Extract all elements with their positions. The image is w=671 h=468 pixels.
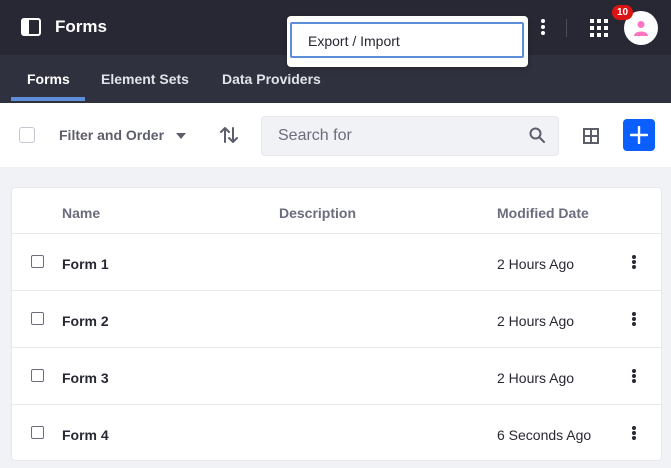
row-checkbox[interactable] (31, 255, 44, 268)
row-actions-button[interactable] (628, 425, 640, 443)
search-input[interactable] (262, 117, 522, 155)
forms-table: Name Description Modified Date Form 1 2 … (11, 187, 662, 461)
table-row: Form 2 2 Hours Ago (12, 290, 661, 347)
form-name-link[interactable]: Form 4 (62, 427, 109, 443)
modified-date: 2 Hours Ago (497, 370, 575, 386)
modified-date: 6 Seconds Ago (497, 427, 592, 443)
sort-icon[interactable] (219, 125, 239, 145)
table-row: Form 1 2 Hours Ago (12, 233, 661, 290)
options-dropdown: Export / Import (287, 16, 528, 67)
table-row: Form 3 2 Hours Ago (12, 347, 661, 404)
row-checkbox[interactable] (31, 369, 44, 382)
caret-down-icon[interactable] (176, 133, 186, 139)
row-checkbox[interactable] (31, 312, 44, 325)
row-actions-button[interactable] (628, 254, 640, 272)
search-box (261, 116, 559, 156)
panel-toggle-icon[interactable] (21, 18, 41, 36)
ellipsis-v-icon (541, 19, 545, 23)
row-actions-button[interactable] (628, 368, 640, 386)
modified-date: 2 Hours Ago (497, 256, 575, 272)
ellipsis-v-icon (632, 255, 636, 259)
page-title: Forms (55, 17, 107, 36)
plus-icon (630, 126, 648, 144)
form-name-link[interactable]: Form 1 (62, 256, 109, 272)
apps-icon[interactable] (590, 19, 608, 37)
ellipsis-v-icon (632, 369, 636, 373)
add-button[interactable] (623, 119, 655, 151)
table-row: Form 4 6 Seconds Ago (12, 404, 661, 461)
ellipsis-v-icon (632, 312, 636, 316)
tab-forms[interactable]: Forms (27, 71, 70, 87)
divider (566, 19, 567, 37)
column-header-description[interactable]: Description (279, 205, 356, 221)
row-checkbox[interactable] (31, 426, 44, 439)
active-tab-indicator (11, 97, 85, 101)
tab-element-sets[interactable]: Element Sets (101, 71, 189, 87)
tab-data-providers[interactable]: Data Providers (222, 71, 321, 87)
user-icon (634, 21, 648, 36)
column-header-modified-date[interactable]: Modified Date (497, 205, 589, 221)
filter-and-order-button[interactable]: Filter and Order (59, 127, 164, 143)
column-header-name[interactable]: Name (62, 205, 100, 221)
notification-badge[interactable]: 10 (612, 5, 634, 20)
management-toolbar: Filter and Order (0, 103, 671, 167)
export-import-menu-item[interactable]: Export / Import (290, 22, 524, 58)
row-actions-button[interactable] (628, 311, 640, 329)
select-all-checkbox[interactable] (19, 127, 35, 143)
options-menu-button[interactable] (535, 17, 551, 39)
form-name-link[interactable]: Form 3 (62, 370, 109, 386)
ellipsis-v-icon (632, 426, 636, 430)
cards-icon[interactable] (583, 128, 599, 144)
form-name-link[interactable]: Form 2 (62, 313, 109, 329)
modified-date: 2 Hours Ago (497, 313, 575, 329)
search-icon[interactable] (529, 127, 545, 143)
